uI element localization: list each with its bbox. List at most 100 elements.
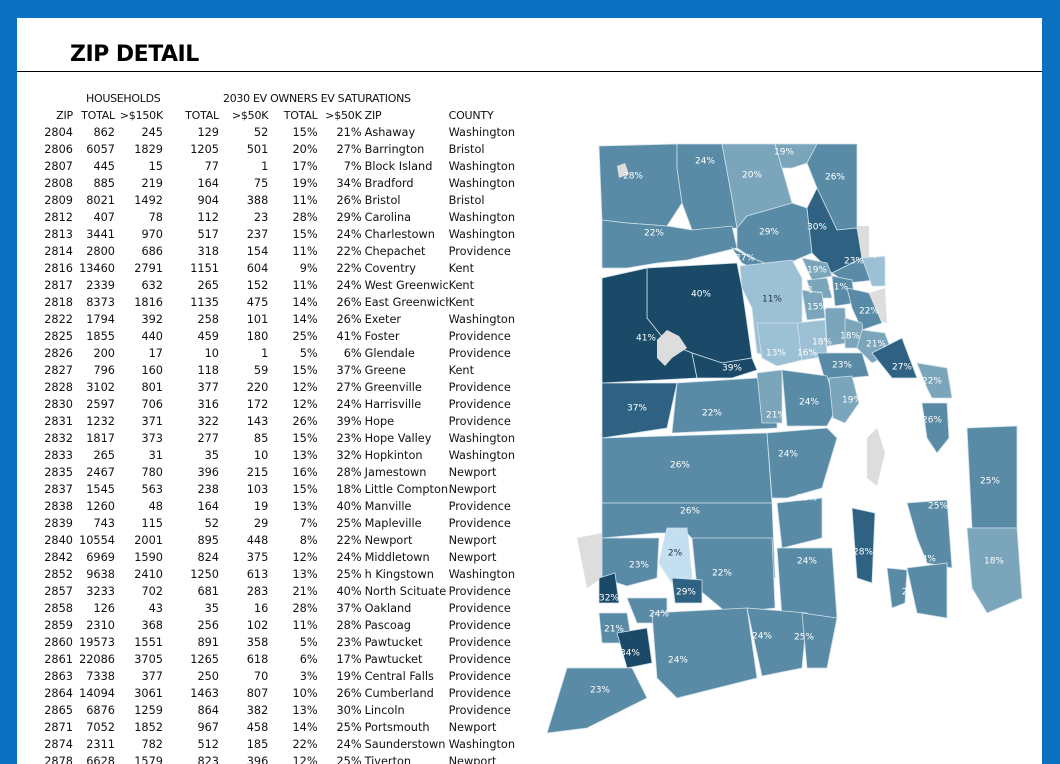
cell-saturation-total[interactable]: 12%: [268, 379, 318, 396]
cell-ev-owners-total[interactable]: 1250: [163, 566, 219, 583]
cell-saturation-50k[interactable]: 23%: [318, 634, 362, 651]
cell-households-total[interactable]: 6057: [73, 141, 115, 158]
cell-zip-name[interactable]: Greene: [362, 362, 449, 379]
cell-saturation-total[interactable]: 28%: [268, 600, 318, 617]
table-row[interactable]: 2865 6876 1259 864 382 13% 30% Lincoln Providenc…: [33, 702, 529, 719]
cell-zip-name[interactable]: Glendale: [362, 345, 449, 362]
cell-ev-owners-50k[interactable]: 85: [219, 430, 268, 447]
cell-zip[interactable]: 2808: [33, 175, 73, 192]
cell-ev-owners-total[interactable]: 35: [163, 447, 219, 464]
cell-households-150k[interactable]: 373: [115, 430, 163, 447]
cell-households-total[interactable]: 10554: [73, 532, 115, 549]
cell-households-150k[interactable]: 801: [115, 379, 163, 396]
cell-ev-owners-total[interactable]: 129: [163, 124, 219, 141]
cell-ev-owners-total[interactable]: 10: [163, 345, 219, 362]
cell-ev-owners-50k[interactable]: 154: [219, 243, 269, 260]
cell-households-150k[interactable]: 702: [115, 583, 163, 600]
col-header-zip[interactable]: ZIP: [33, 107, 73, 124]
cell-zip-name[interactable]: Oakland: [362, 600, 449, 617]
cell-households-150k[interactable]: 1829: [115, 141, 163, 158]
cell-households-150k[interactable]: 780: [115, 464, 163, 481]
cell-saturation-50k[interactable]: 26%: [318, 685, 362, 702]
cell-zip-name[interactable]: Jamestown: [362, 464, 449, 481]
cell-ev-owners-total[interactable]: 895: [163, 532, 219, 549]
cell-zip-name[interactable]: Hopkinton: [362, 447, 449, 464]
cell-saturation-total[interactable]: 22%: [268, 736, 318, 753]
table-row[interactable]: 2863 7338 377 250 70 3% 19% Central Falls Provid…: [33, 668, 529, 685]
table-row[interactable]: 2818 8373 1816 1135 475 14% 26% East Greenwich K…: [33, 294, 529, 311]
cell-households-150k[interactable]: 31: [115, 447, 163, 464]
cell-households-total[interactable]: 3441: [73, 226, 115, 243]
cell-saturation-50k[interactable]: 6%: [318, 345, 362, 362]
cell-ev-owners-total[interactable]: 77: [163, 158, 219, 175]
cell-saturation-50k[interactable]: 24%: [318, 226, 362, 243]
table-row[interactable]: 2806 6057 1829 1205 501 20% 27% Barrington Brist…: [33, 141, 529, 158]
cell-saturation-total[interactable]: 8%: [268, 532, 318, 549]
cell-zip[interactable]: 2832: [33, 430, 73, 447]
cell-ev-owners-total[interactable]: 1265: [163, 651, 219, 668]
cell-ev-owners-total[interactable]: 318: [163, 243, 219, 260]
cell-zip-name[interactable]: Saunderstown: [362, 736, 449, 753]
cell-zip-name[interactable]: Block Island: [362, 158, 449, 175]
cell-households-total[interactable]: 1260: [73, 498, 115, 515]
cell-ev-owners-50k[interactable]: 358: [219, 634, 269, 651]
cell-zip[interactable]: 2813: [33, 226, 73, 243]
cell-saturation-total[interactable]: 11%: [268, 277, 318, 294]
cell-zip[interactable]: 2837: [33, 481, 73, 498]
cell-zip-name[interactable]: Bristol: [362, 192, 449, 209]
cell-households-150k[interactable]: 1492: [115, 192, 163, 209]
table-row[interactable]: 2842 6969 1590 824 375 12% 24% Middletown Newpor…: [33, 549, 529, 566]
cell-saturation-total[interactable]: 12%: [268, 396, 318, 413]
table-row[interactable]: 2837 1545 563 238 103 15% 18% Little Compton New…: [33, 481, 529, 498]
cell-ev-owners-50k[interactable]: 613: [219, 566, 269, 583]
cell-zip[interactable]: 2816: [33, 260, 73, 277]
cell-households-150k[interactable]: 440: [115, 328, 163, 345]
cell-ev-owners-total[interactable]: 864: [163, 702, 219, 719]
cell-ev-owners-50k[interactable]: 396: [219, 753, 269, 764]
cell-saturation-50k[interactable]: 27%: [318, 141, 362, 158]
zip-region[interactable]: [906, 562, 948, 619]
cell-households-total[interactable]: 2800: [73, 243, 115, 260]
table-row[interactable]: 2838 1260 48 164 19 13% 40% Manville Providence: [33, 498, 529, 515]
table-row[interactable]: 2860 19573 1551 891 358 5% 23% Pawtucket Provide…: [33, 634, 529, 651]
cell-saturation-50k[interactable]: 30%: [318, 702, 362, 719]
cell-ev-owners-total[interactable]: 118: [163, 362, 219, 379]
cell-households-total[interactable]: 1794: [73, 311, 115, 328]
cell-saturation-total[interactable]: 3%: [268, 668, 318, 685]
cell-ev-owners-50k[interactable]: 59: [219, 362, 268, 379]
cell-saturation-total[interactable]: 20%: [268, 141, 318, 158]
cell-households-150k[interactable]: 1579: [115, 753, 163, 764]
cell-ev-owners-50k[interactable]: 1: [219, 158, 268, 175]
table-row[interactable]: 2878 6628 1579 823 396 12% 25% Tiverton Newport: [33, 753, 529, 764]
cell-ev-owners-50k[interactable]: 16: [219, 600, 268, 617]
cell-saturation-total[interactable]: 17%: [268, 158, 318, 175]
cell-zip-name[interactable]: h Kingstown: [362, 566, 449, 583]
cell-ev-owners-total[interactable]: 459: [163, 328, 219, 345]
cell-zip[interactable]: 2833: [33, 447, 73, 464]
cell-ev-owners-total[interactable]: 238: [163, 481, 219, 498]
table-row[interactable]: 2874 2311 782 512 185 22% 24% Saunderstown Washi…: [33, 736, 529, 753]
cell-ev-owners-50k[interactable]: 215: [219, 464, 269, 481]
cell-saturation-50k[interactable]: 28%: [318, 617, 362, 634]
cell-households-150k[interactable]: 563: [115, 481, 163, 498]
cell-households-total[interactable]: 1232: [73, 413, 115, 430]
cell-zip[interactable]: 2814: [33, 243, 73, 260]
cell-saturation-50k[interactable]: 23%: [318, 430, 362, 447]
table-row[interactable]: 2816 13460 2791 1151 604 9% 22% Coventry Kent: [33, 260, 529, 277]
cell-saturation-50k[interactable]: 29%: [318, 209, 362, 226]
cell-ev-owners-50k[interactable]: 152: [219, 277, 269, 294]
cell-saturation-total[interactable]: 5%: [268, 634, 318, 651]
cell-saturation-total[interactable]: 15%: [268, 430, 318, 447]
cell-ev-owners-total[interactable]: 396: [163, 464, 219, 481]
cell-saturation-50k[interactable]: 18%: [318, 481, 362, 498]
cell-households-150k[interactable]: 2791: [115, 260, 163, 277]
cell-ev-owners-50k[interactable]: 23: [219, 209, 268, 226]
cell-households-total[interactable]: 3102: [73, 379, 115, 396]
cell-saturation-total[interactable]: 7%: [268, 515, 318, 532]
cell-zip-name[interactable]: Newport: [362, 532, 449, 549]
cell-zip-name[interactable]: Foster: [362, 328, 449, 345]
cell-zip-name[interactable]: Bradford: [362, 175, 449, 192]
cell-zip[interactable]: 2838: [33, 498, 73, 515]
table-row[interactable]: 2852 9638 2410 1250 613 13% 25% h Kingstown Wash…: [33, 566, 529, 583]
cell-zip-name[interactable]: Cumberland: [362, 685, 449, 702]
